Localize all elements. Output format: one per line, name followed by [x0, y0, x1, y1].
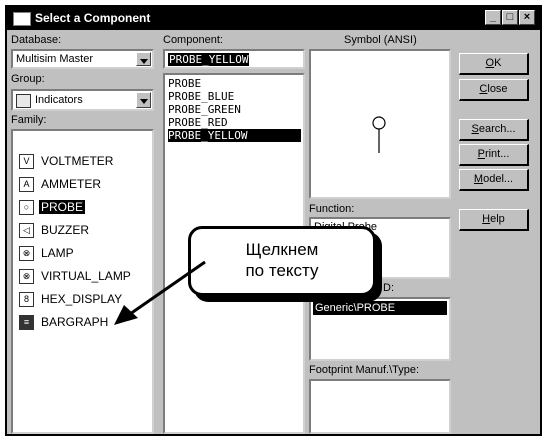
- group-label: Group:: [11, 73, 45, 85]
- function-label: Function:: [309, 203, 355, 215]
- close-window-button[interactable]: ×: [519, 10, 535, 25]
- lamp-icon: ⊗: [19, 246, 34, 261]
- callout-annotation: Щелкнем по тексту: [188, 226, 376, 296]
- list-item[interactable]: PROBE_YELLOW: [168, 129, 301, 142]
- chevron-down-icon[interactable]: [136, 52, 151, 66]
- list-item[interactable]: PROBE_GREEN: [168, 103, 241, 116]
- ok-button[interactable]: OK: [459, 53, 529, 75]
- hex-display-icon: 8: [19, 292, 34, 307]
- family-label: Family:: [11, 114, 47, 126]
- group-value: Indicators: [35, 94, 83, 106]
- bargraph-icon: ≡: [19, 315, 34, 330]
- probe-icon: ○: [19, 200, 34, 215]
- maximize-button[interactable]: □: [502, 10, 518, 25]
- symbol-preview: [309, 49, 451, 199]
- close-button[interactable]: Close: [459, 79, 529, 101]
- component-name-value: PROBE_YELLOW: [168, 53, 250, 66]
- footprint-label: Footprint Manuf.\Type:: [309, 364, 420, 376]
- select-component-dialog: Select a Component _ □ × Database: Multi…: [5, 5, 542, 436]
- chevron-down-icon[interactable]: [136, 92, 151, 108]
- search-button[interactable]: Search...: [459, 119, 529, 141]
- database-label: Database:: [11, 34, 62, 46]
- voltmeter-icon: V: [19, 154, 34, 169]
- symbol-label: Symbol (ANSI): [344, 34, 417, 46]
- component-label: Component:: [163, 34, 223, 46]
- ammeter-icon: A: [19, 177, 34, 192]
- virtual-lamp-icon: ⊗: [19, 269, 34, 284]
- indicators-icon: [16, 94, 31, 108]
- family-list[interactable]: V VOLTMETER A AMMETER ○ PROBE ◁ BUZZER ⊗…: [11, 129, 154, 434]
- window-icon: [13, 12, 31, 26]
- list-item[interactable]: PROBE_RED: [168, 116, 228, 129]
- model-id-value[interactable]: Generic\PROBE: [313, 301, 447, 315]
- database-combo[interactable]: Multisim Master: [11, 49, 154, 69]
- model-id-label: D:: [383, 282, 394, 294]
- callout-line-2: по тексту: [245, 261, 319, 280]
- minimize-button[interactable]: _: [485, 10, 501, 25]
- component-name-field[interactable]: PROBE_YELLOW: [163, 49, 305, 69]
- probe-symbol-icon: [372, 116, 386, 153]
- database-value: Multisim Master: [16, 53, 94, 65]
- model-id-list[interactable]: Generic\PROBE: [309, 297, 451, 361]
- print-button[interactable]: Print...: [459, 144, 529, 166]
- window-title: Select a Component: [35, 11, 151, 25]
- buzzer-icon: ◁: [19, 223, 34, 238]
- list-item[interactable]: PROBE_BLUE: [168, 90, 234, 103]
- help-button[interactable]: Help: [459, 209, 529, 231]
- group-combo[interactable]: Indicators: [11, 89, 154, 111]
- footprint-list[interactable]: [309, 379, 451, 434]
- model-button[interactable]: Model...: [459, 169, 529, 191]
- list-item[interactable]: PROBE: [168, 77, 201, 90]
- callout-line-1: Щелкнем: [245, 240, 319, 259]
- title-bar: Select a Component _ □ ×: [7, 7, 540, 30]
